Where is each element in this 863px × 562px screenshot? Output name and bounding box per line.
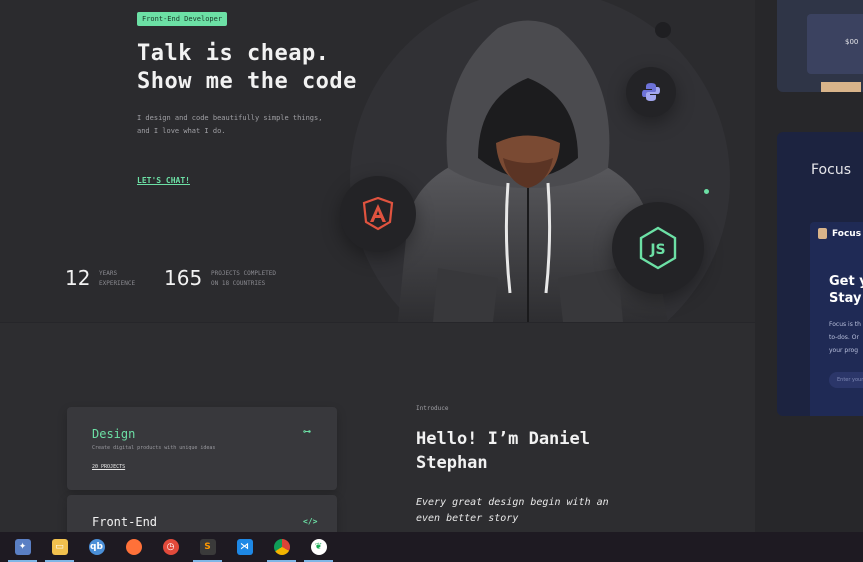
focus-app-preview: Focus Get y Stay u Focus is th to-dos. O… bbox=[810, 222, 863, 416]
stat-projects-number: 165 bbox=[164, 266, 203, 290]
taskbar-app[interactable]: ◷ bbox=[152, 532, 189, 562]
mongodb-compass-icon: ❦ bbox=[310, 539, 327, 555]
preview-price: $00 bbox=[845, 38, 859, 46]
focus-body-text: Focus is th to-dos. Or your prog bbox=[829, 321, 861, 354]
service-title: Front-End bbox=[92, 515, 158, 529]
intro-label: Introduce bbox=[416, 405, 449, 412]
taskbar-app[interactable]: ▭ bbox=[41, 532, 78, 562]
stat-years-number: 12 bbox=[65, 266, 91, 290]
focus-heading: Get y Stay u bbox=[829, 274, 863, 306]
focus-card-title: Focus bbox=[811, 162, 851, 178]
python-logo-badge bbox=[626, 67, 676, 117]
sublime-text-icon: S bbox=[199, 539, 216, 555]
services-intro-section: Design Create digital products with uniq… bbox=[0, 322, 755, 555]
taskbar-app[interactable]: ❦ bbox=[300, 532, 337, 562]
focus-brand-logo bbox=[818, 228, 827, 239]
clock-app-icon: ◷ bbox=[162, 539, 179, 555]
focus-brand-name: Focus bbox=[832, 229, 862, 239]
taskbar-app[interactable] bbox=[263, 532, 300, 562]
code-icon: </> bbox=[303, 517, 318, 526]
focus-email-input[interactable]: Enter your bbox=[829, 372, 863, 388]
preview-accent-bar bbox=[821, 82, 861, 92]
qbittorrent-icon: qb bbox=[88, 539, 105, 555]
system-tray-icon: ✦ bbox=[14, 539, 31, 555]
python-icon bbox=[642, 83, 660, 101]
taskbar-app[interactable]: S bbox=[189, 532, 226, 562]
service-description: Create digital products with unique idea… bbox=[92, 445, 216, 451]
taskbar-app[interactable] bbox=[115, 532, 152, 562]
vscode-icon: ⋊ bbox=[236, 539, 253, 555]
role-badge: Front-End Developer bbox=[137, 12, 228, 26]
taskbar-app[interactable]: qb bbox=[78, 532, 115, 562]
nodejs-logo-badge: JS bbox=[612, 202, 704, 294]
stat-projects-label: PROJECTS COMPLETED ON 18 COUNTRIES bbox=[211, 270, 277, 287]
stat-years-label: YEARS EXPERIENCE bbox=[99, 270, 136, 287]
service-card-design[interactable]: Design Create digital products with uniq… bbox=[67, 407, 337, 490]
svg-text:JS: JS bbox=[649, 242, 665, 258]
chrome-icon bbox=[273, 539, 290, 555]
nodejs-icon: JS bbox=[639, 226, 677, 270]
service-title: Design bbox=[92, 427, 136, 441]
preview-card-top[interactable]: $00 bbox=[777, 0, 863, 92]
firefox-icon bbox=[125, 539, 142, 555]
intro-title: Hello! I’m Daniel Stephan bbox=[416, 429, 590, 473]
decor-dot bbox=[704, 189, 709, 194]
intro-quote: Every great design begin with an even be… bbox=[416, 497, 609, 524]
pen-tool-icon: ⊶ bbox=[303, 427, 311, 436]
hero-section: Front-End Developer Talk is cheap. Show … bbox=[0, 0, 755, 322]
taskbar-app[interactable]: ✦ bbox=[4, 532, 41, 562]
taskbar: ✦ ▭ qb ◷ S ⋊ ❦ bbox=[0, 532, 863, 562]
angular-icon bbox=[362, 197, 394, 231]
service-projects-link[interactable]: 20 PROJECTS bbox=[92, 464, 125, 470]
file-explorer-icon: ▭ bbox=[51, 539, 68, 555]
lets-chat-link[interactable]: LET'S CHAT! bbox=[137, 176, 190, 185]
angular-logo-badge bbox=[340, 176, 416, 252]
hero-headline: Talk is cheap. Show me the code bbox=[137, 41, 357, 94]
hero-subline: I design and code beautifully simple thi… bbox=[137, 114, 323, 135]
taskbar-app[interactable]: ⋊ bbox=[226, 532, 263, 562]
